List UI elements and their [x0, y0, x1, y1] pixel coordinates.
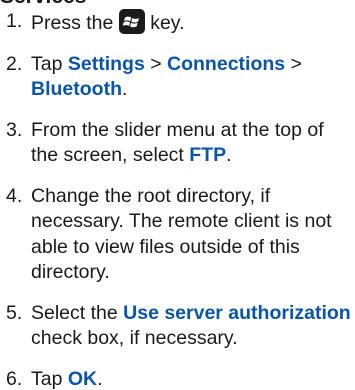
section-heading: Services: [0, 0, 86, 9]
settings-menu-label: Settings: [67, 52, 145, 75]
step-number: 6.: [6, 367, 23, 390]
step-number: 5.: [6, 301, 23, 324]
step-5: 5. Select the Use server authorization c…: [0, 301, 355, 352]
step-number: 2.: [6, 52, 23, 75]
windows-key-icon: [118, 9, 145, 34]
step-text: Select the: [31, 301, 124, 324]
step-number: 4.: [6, 184, 23, 207]
step-text-end: key.: [144, 12, 185, 34]
step-text: Change the root directory, if necessary.…: [31, 184, 332, 284]
step-1: 1. Press the key.: [0, 9, 355, 37]
step-text: Tap: [31, 367, 68, 390]
use-server-authorization-label: Use server authorization: [123, 301, 351, 324]
instruction-steps: 1. Press the key. 2. Tap Settings > Conn…: [0, 9, 355, 390]
separator: >: [285, 52, 302, 75]
step-text-end: check box, if necessary.: [31, 327, 238, 349]
step-text-end: .: [226, 144, 232, 166]
step-2: 2. Tap Settings > Connections > Bluetoot…: [0, 52, 355, 103]
step-text-end: .: [121, 78, 128, 100]
step-text-end: .: [97, 367, 103, 390]
step-text: From the slider menu at the top of the s…: [31, 118, 324, 167]
bluetooth-menu-label: Bluetooth: [31, 78, 122, 100]
step-3: 3. From the slider menu at the top of th…: [0, 118, 355, 169]
step-6: 6. Tap OK.: [0, 367, 355, 390]
connections-menu-label: Connections: [167, 52, 286, 75]
ftp-option-label: FTP: [189, 144, 227, 166]
step-4: 4. Change the root directory, if necessa…: [0, 184, 355, 286]
step-number: 1.: [6, 10, 23, 32]
step-text: Press the: [31, 12, 119, 34]
separator: >: [144, 52, 168, 75]
ok-button-label: OK: [67, 367, 98, 390]
step-number: 3.: [6, 118, 23, 141]
step-text: Tap: [31, 52, 68, 75]
